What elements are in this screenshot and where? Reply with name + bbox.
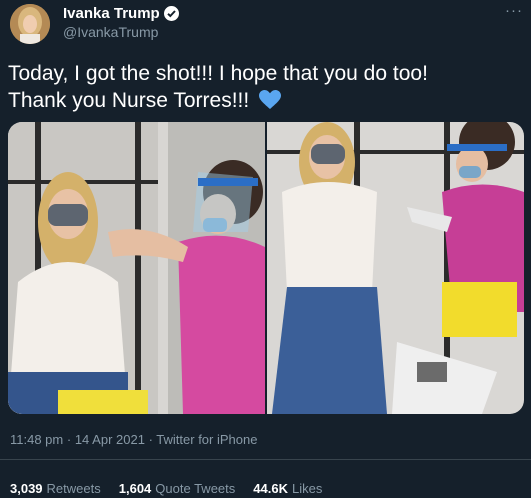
quote-tweets-label: Quote Tweets: [155, 481, 236, 496]
author-handle[interactable]: @IvankaTrump: [63, 24, 158, 40]
tweet-text-line-2-row: Thank you Nurse Torres!!!: [8, 87, 518, 117]
retweets-label: Retweets: [46, 481, 101, 496]
more-icon[interactable]: ···: [505, 2, 523, 19]
divider: [0, 459, 531, 460]
tweet-source[interactable]: Twitter for iPhone: [156, 432, 257, 447]
tweet-stats: 3,039 Retweets 1,604 Quote Tweets 44.6K Lik…: [10, 481, 322, 496]
likes-count: 44.6K: [253, 481, 288, 496]
tweet-text: Today, I got the shot!!! I hope that you…: [8, 60, 518, 117]
meta-separator: ·: [66, 432, 75, 447]
retweets-stat[interactable]: 3,039 Retweets: [10, 481, 101, 496]
photo-2-image: [267, 122, 524, 414]
tweet-date[interactable]: 14 Apr 2021: [75, 432, 145, 447]
quote-tweets-count: 1,604: [118, 481, 152, 496]
likes-stat[interactable]: 44.6K Likes: [253, 481, 322, 496]
quote-tweets-stat[interactable]: 1,604 Quote Tweets: [119, 481, 236, 496]
tweet-metadata: 11:48 pm · 14 Apr 2021 · Twitter for iPh…: [10, 432, 257, 447]
likes-label: Likes: [291, 481, 323, 496]
media-photo-2[interactable]: [267, 122, 524, 414]
retweets-count: 3,039: [10, 481, 43, 496]
author-name[interactable]: Ivanka Trump: [63, 5, 160, 22]
tweet-text-line-2: Thank you Nurse Torres!!!: [8, 89, 250, 112]
avatar-image: [10, 4, 50, 44]
tweet-media[interactable]: [8, 122, 524, 414]
blue-heart-icon: [259, 90, 282, 117]
tweet-text-line-1: Today, I got the shot!!! I hope that you…: [8, 62, 428, 85]
verified-badge-icon: [163, 6, 179, 21]
avatar[interactable]: [10, 4, 50, 44]
tweet-time[interactable]: 11:48 pm: [10, 432, 63, 447]
author-name-row[interactable]: Ivanka Trump: [63, 5, 179, 22]
media-photo-1[interactable]: [8, 122, 265, 414]
photo-1-image: [8, 122, 265, 414]
